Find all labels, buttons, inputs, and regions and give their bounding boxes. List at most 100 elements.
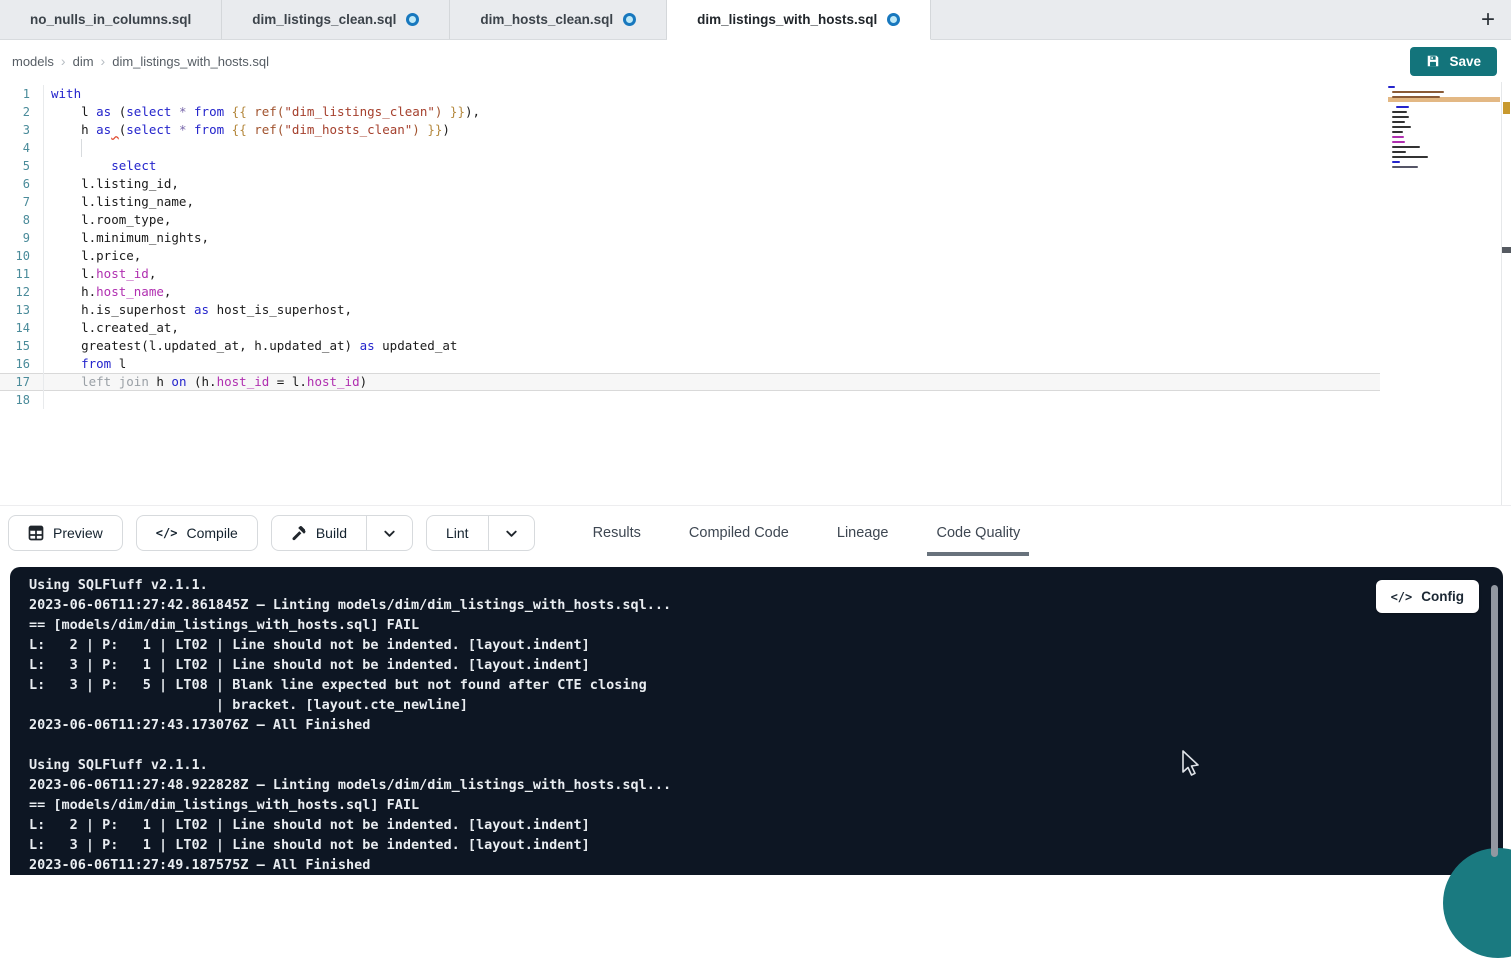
code-token: on [171,374,186,389]
code-text: with [44,85,81,103]
code-token: host_id [307,374,360,389]
code-line[interactable]: 16 from l [0,355,1511,373]
code-token [187,104,195,119]
editor-tab-bar: no_nulls_in_columns.sql dim_listings_cle… [0,0,1511,40]
table-grid-icon [28,525,44,541]
tab-compiled-code[interactable]: Compiled Code [689,525,789,541]
file-tab-dim-listings-clean[interactable]: dim_listings_clean.sql [222,0,450,39]
code-token: select [111,158,156,173]
line-number: 16 [0,355,44,373]
hammer-icon [291,525,307,541]
code-token [187,122,195,137]
code-token: updated_at [375,338,458,353]
file-tab-no-nulls-in-columns[interactable]: no_nulls_in_columns.sql [0,0,222,39]
code-token: ), [465,104,480,119]
terminal-line: L: 3 | P: 5 | LT08 | Blank line expected… [29,675,1503,695]
code-token [51,158,111,173]
code-token [171,104,179,119]
code-line[interactable]: 5 select [0,157,1511,175]
lint-button-label: Lint [446,525,469,541]
tab-results[interactable]: Results [593,525,641,541]
code-line[interactable]: 7 l.listing_name, [0,193,1511,211]
breadcrumb-item-file[interactable]: dim_listings_with_hosts.sql [112,54,269,69]
code-line[interactable]: 3 h as (select * from {{ ref("dim_hosts_… [0,121,1511,139]
code-token: l.listing_name, [51,194,194,209]
build-options-chevron-button[interactable] [366,516,412,550]
line-number: 11 [0,265,44,283]
code-line[interactable]: 2 l as (select * from {{ ref("dim_listin… [0,103,1511,121]
save-button-label: Save [1449,54,1481,69]
code-token: host_name [96,284,164,299]
code-token: ( [111,104,126,119]
tab-code-quality[interactable]: Code Quality [936,525,1020,541]
lint-button[interactable]: Lint [426,515,535,551]
line-number: 4 [0,139,44,157]
minimap-line [1392,151,1406,153]
code-text [44,139,51,157]
code-token: l [51,104,96,119]
terminal-line [29,735,1503,755]
editor-minimap[interactable] [1388,86,1462,171]
line-number: 5 [0,157,44,175]
lint-options-chevron-button[interactable] [488,516,534,550]
action-buttons: Preview </> Compile Build [8,515,535,551]
line-number: 12 [0,283,44,301]
code-line[interactable]: 8 l.room_type, [0,211,1511,229]
code-token [171,122,179,137]
code-token: l.room_type, [51,212,171,227]
code-token: l.price, [51,248,141,263]
code-line[interactable]: 18 [0,391,1511,409]
lint-output-terminal: Using SQLFluff v2.1.1.2023-06-06T11:27:4… [10,567,1503,875]
action-toolbar: Preview </> Compile Build [0,505,1511,560]
code-line[interactable]: 14 l.created_at, [0,319,1511,337]
code-editor[interactable]: 1with2 l as (select * from {{ ref("dim_l… [0,82,1511,505]
terminal-scrollbar[interactable] [1491,585,1498,857]
compile-button[interactable]: </> Compile [136,515,258,551]
code-token: }} [442,104,465,119]
minimap-line [1392,161,1400,163]
code-line[interactable]: 1with [0,85,1511,103]
line-number: 14 [0,319,44,337]
minimap-line [1392,141,1405,143]
code-line[interactable]: 11 l.host_id, [0,265,1511,283]
file-tab-dim-listings-with-hosts[interactable]: dim_listings_with_hosts.sql [667,0,931,40]
build-button-label: Build [316,525,347,541]
code-line[interactable]: 6 l.listing_id, [0,175,1511,193]
editor-scrollbar[interactable] [1501,82,1511,505]
code-line[interactable]: 13 h.is_superhost as host_is_superhost, [0,301,1511,319]
scrollbar-position-marker-icon [1502,247,1511,253]
code-token: select [126,104,171,119]
code-token: "dim_listings_clean" [284,104,435,119]
new-tab-button[interactable]: + [1465,0,1511,39]
save-button[interactable]: Save [1410,47,1497,76]
code-token: ) [412,122,420,137]
code-text: h.is_superhost as host_is_superhost, [44,301,352,319]
code-line[interactable]: 17 left join h on (h.host_id = l.host_id… [0,373,1380,391]
code-brackets-icon: </> [1391,590,1413,604]
breadcrumb-item-dim[interactable]: dim [73,54,94,69]
code-line[interactable]: 9 l.minimum_nights, [0,229,1511,247]
preview-button[interactable]: Preview [8,515,123,551]
code-line[interactable]: 10 l.price, [0,247,1511,265]
code-line[interactable]: 15 greatest(l.updated_at, h.updated_at) … [0,337,1511,355]
tab-lineage[interactable]: Lineage [837,525,889,541]
file-tab-dim-hosts-clean[interactable]: dim_hosts_clean.sql [450,0,667,39]
code-token [111,122,119,137]
compile-button-label: Compile [186,525,237,541]
build-button[interactable]: Build [271,515,413,551]
minimap-line [1392,116,1409,118]
save-floppy-icon [1426,54,1440,68]
config-button[interactable]: </> Config [1376,580,1479,613]
code-line[interactable]: 12 h.host_name, [0,283,1511,301]
terminal-line: 2023-06-06T11:27:48.922828Z — Linting mo… [29,775,1503,795]
minimap-line [1396,106,1409,108]
code-line[interactable]: 4 [0,139,1511,157]
file-tab-label: dim_hosts_clean.sql [480,12,613,27]
preview-button-label: Preview [53,525,103,541]
terminal-line: Using SQLFluff v2.1.1. [29,755,1503,775]
code-token: h [149,374,172,389]
code-token: (h. [186,374,216,389]
breadcrumb-item-models[interactable]: models [12,54,54,69]
file-tab-label: dim_listings_with_hosts.sql [697,12,877,27]
indent-guide-icon [81,139,82,157]
